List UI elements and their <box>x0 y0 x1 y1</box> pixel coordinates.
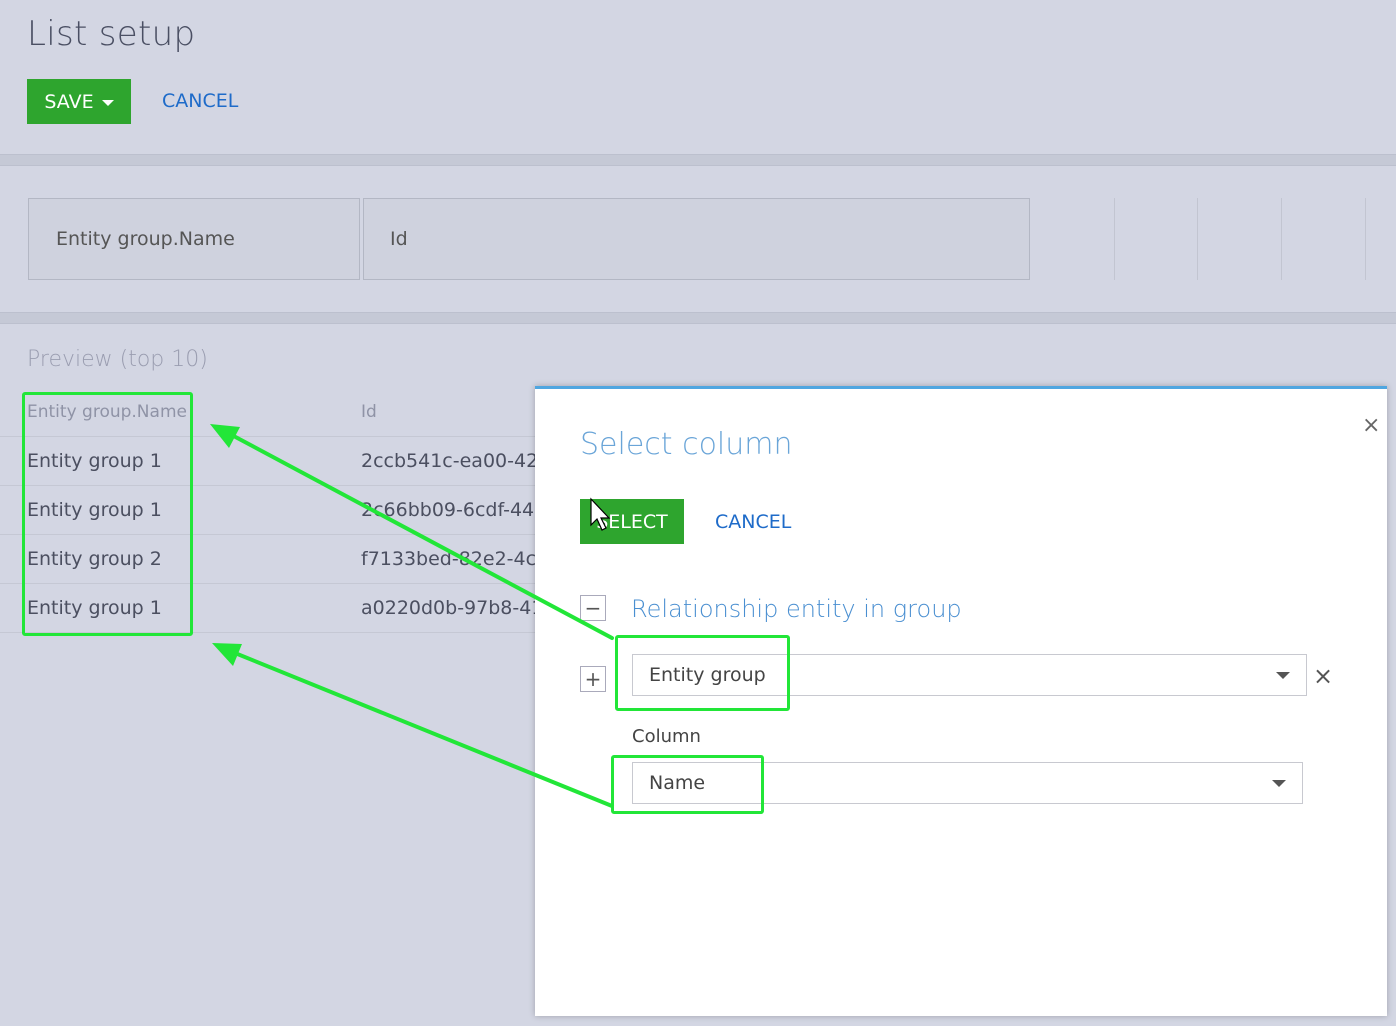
annotation-arrows <box>210 424 614 808</box>
arrow-head <box>212 643 242 666</box>
arrow-line <box>226 431 614 640</box>
arrow-line <box>228 649 614 808</box>
cursor-icon <box>590 497 611 531</box>
